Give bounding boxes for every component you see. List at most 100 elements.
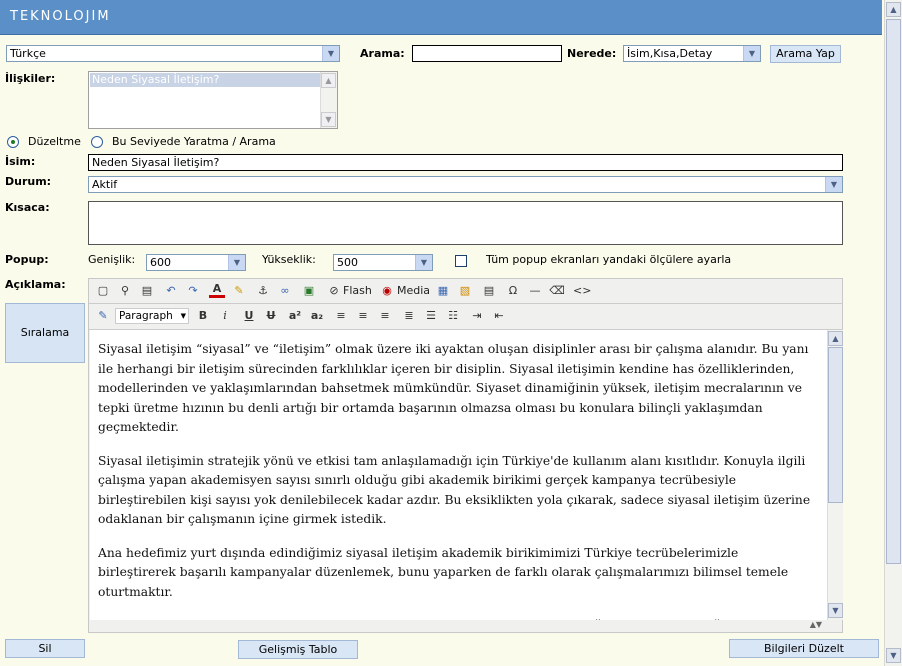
relations-list[interactable]: Neden Siyasal İletişim? ▲ ▼ [88, 71, 338, 129]
horizontal-rule-icon[interactable]: — [527, 283, 543, 299]
chevron-down-icon[interactable]: ▼ [825, 177, 842, 192]
search-input[interactable] [412, 45, 562, 62]
chevron-down-icon[interactable]: ▼ [743, 46, 760, 61]
delete-button[interactable]: Sil [5, 639, 85, 658]
layer-icon[interactable]: ▤ [481, 283, 497, 299]
language-select[interactable]: Türkçe ▼ [6, 45, 340, 62]
page-scrollbar[interactable]: ▲ ▼ [884, 0, 902, 666]
all-popups-checkbox[interactable] [455, 255, 467, 267]
media-label[interactable]: Media [397, 283, 430, 299]
flash-icon[interactable]: ⊘ [326, 283, 342, 299]
find-icon[interactable]: ⚲ [117, 283, 133, 299]
brief-label: Kısaca: [5, 201, 50, 214]
scroll-thumb[interactable] [828, 347, 843, 503]
relations-scrollbar[interactable]: ▲ ▼ [320, 72, 337, 128]
height-select[interactable]: 500 ▼ [333, 254, 433, 271]
where-select[interactable]: İsim,Kısa,Detay ▼ [623, 45, 761, 62]
status-label: Durum: [5, 175, 52, 188]
scroll-down-icon[interactable]: ▼ [321, 112, 336, 127]
link-icon[interactable]: ∞ [277, 283, 293, 299]
scroll-up-icon[interactable]: ▲ [321, 73, 336, 88]
editor-paragraph[interactable]: Ana hedefimiz yurt dışında edindiğimiz s… [98, 544, 820, 603]
height-label: Yükseklik: [262, 253, 316, 266]
text-color-icon[interactable]: A [209, 283, 225, 298]
scroll-up-icon[interactable]: ▲ [828, 331, 843, 346]
edit-icon[interactable]: ✎ [95, 308, 111, 324]
sort-button[interactable]: Sıralama [5, 303, 85, 363]
redo-icon[interactable]: ↷ [185, 283, 201, 299]
create-radio[interactable] [91, 136, 103, 148]
editor-paragraph[interactable]: Siyasal iletişimin stratejik yönü ve etk… [98, 452, 820, 530]
strikethrough-icon[interactable]: U [263, 308, 279, 324]
table-icon[interactable]: ▦ [435, 283, 451, 299]
subscript-icon[interactable]: a₂ [309, 308, 325, 324]
create-radio-label: Bu Seviyede Yaratma / Arama [112, 135, 276, 148]
unordered-list-icon[interactable]: ☷ [445, 308, 461, 324]
chevron-down-icon[interactable]: ▼ [228, 255, 245, 270]
outdent-icon[interactable]: ⇤ [491, 308, 507, 324]
fullscreen-icon[interactable]: ▢ [95, 283, 111, 299]
advanced-table-button[interactable]: Gelişmiş Tablo [238, 640, 358, 659]
editor-resize-bar[interactable]: ▲▼ [90, 620, 842, 632]
align-right-icon[interactable]: ≡ [377, 308, 393, 324]
name-label: İsim: [5, 155, 36, 168]
scroll-down-icon[interactable]: ▼ [828, 603, 843, 618]
undo-icon[interactable]: ↶ [163, 283, 179, 299]
height-select-value: 500 [337, 256, 358, 269]
editor-content[interactable]: Siyasal iletişim “siyasal” ve “iletişim”… [90, 330, 827, 632]
scroll-up-icon[interactable]: ▲ [886, 2, 901, 17]
rich-text-editor[interactable]: ▢ ⚲ ▤ ↶ ↷ A ✎ ⚓ ∞ ▣ ⊘ Flash ◉ Media ▦ ▧ … [88, 278, 843, 633]
chevron-down-icon[interactable]: ▼ [322, 46, 339, 61]
underline-icon[interactable]: U [241, 308, 257, 324]
chevron-down-icon[interactable]: ▼ [415, 255, 432, 270]
indent-icon[interactable]: ⇥ [469, 308, 485, 324]
status-select[interactable]: Aktif ▼ [88, 176, 843, 193]
eraser-icon[interactable]: ⌫ [549, 283, 565, 299]
align-left-icon[interactable]: ≡ [333, 308, 349, 324]
format-select-value: Paragraph [119, 310, 173, 322]
scroll-thumb[interactable] [886, 19, 901, 564]
popup-label: Popup: [5, 253, 49, 266]
where-select-value: İsim,Kısa,Detay [627, 47, 713, 60]
format-select[interactable]: Paragraph ▼ [115, 308, 189, 324]
special-char-icon[interactable]: Ω [505, 283, 521, 299]
editor-paragraph[interactable]: Siyasal iletişim “siyasal” ve “iletişim”… [98, 340, 820, 438]
editor-text[interactable]: Siyasal iletişim “siyasal” ve “iletişim”… [98, 340, 820, 632]
list-item[interactable]: Neden Siyasal İletişim? [90, 73, 322, 87]
app-header [0, 0, 882, 35]
scroll-down-icon[interactable]: ▼ [886, 648, 901, 663]
table-edit-icon[interactable]: ▧ [457, 283, 473, 299]
superscript-icon[interactable]: a² [287, 308, 303, 324]
status-select-value: Aktif [92, 178, 118, 191]
anchor-icon[interactable]: ⚓ [255, 283, 271, 299]
flash-label[interactable]: Flash [343, 283, 372, 299]
update-info-button[interactable]: Bilgileri Düzelt [729, 639, 879, 658]
where-label: Nerede: [567, 47, 617, 60]
edit-radio[interactable] [7, 136, 19, 148]
paste-icon[interactable]: ▤ [139, 283, 155, 299]
name-input[interactable]: Neden Siyasal İletişim? [88, 154, 843, 171]
brief-textarea[interactable] [88, 201, 843, 245]
code-icon[interactable]: <> [573, 283, 591, 299]
search-label: Arama: [360, 47, 405, 60]
align-justify-icon[interactable]: ≣ [401, 308, 417, 324]
editor-scrollbar[interactable]: ▲ ▼ [827, 330, 843, 620]
width-select[interactable]: 600 ▼ [146, 254, 246, 271]
ordered-list-icon[interactable]: ☰ [423, 308, 439, 324]
chevron-down-icon[interactable]: ▼ [181, 309, 186, 323]
image-icon[interactable]: ▣ [301, 283, 317, 299]
highlight-icon[interactable]: ✎ [231, 283, 247, 299]
bold-icon[interactable]: B [195, 308, 211, 324]
collapse-icon[interactable]: ▲▼ [810, 620, 822, 629]
width-select-value: 600 [150, 256, 171, 269]
edit-radio-label: Düzeltme [28, 135, 81, 148]
relations-label: İlişkiler: [5, 72, 56, 85]
media-icon[interactable]: ◉ [379, 283, 395, 299]
align-center-icon[interactable]: ≡ [355, 308, 371, 324]
italic-icon[interactable]: i [217, 308, 233, 324]
all-popups-label: Tüm popup ekranları yandaki ölçülere aya… [486, 253, 732, 266]
app-title: TEKNOLOJIM [10, 9, 111, 24]
search-button[interactable]: Arama Yap [770, 45, 841, 63]
language-select-value: Türkçe [10, 47, 46, 60]
editor-toolbar-bottom: ✎ Paragraph ▼ B i U U a² a₂ ≡ ≡ ≡ ≣ ☰ ☷ … [89, 304, 842, 330]
